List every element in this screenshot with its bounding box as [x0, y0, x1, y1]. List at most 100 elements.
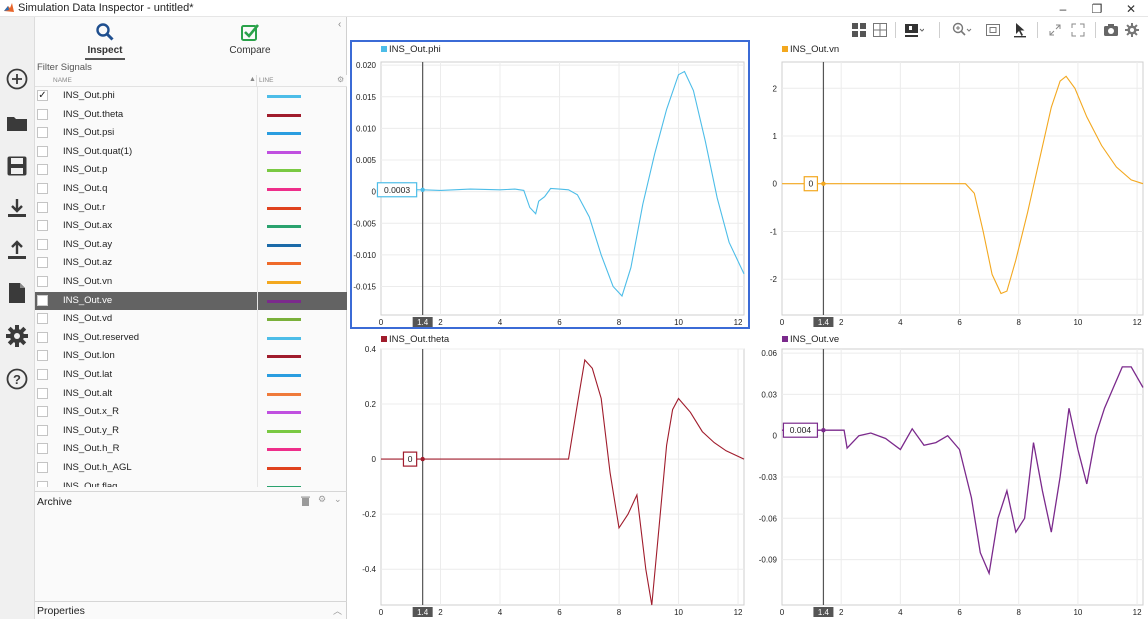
collapse-panel-icon[interactable]: ‹ — [338, 19, 341, 30]
line-color-swatch[interactable] — [267, 318, 301, 322]
export-icon[interactable] — [5, 238, 29, 262]
trash-icon[interactable] — [301, 496, 310, 506]
signal-checkbox[interactable] — [37, 127, 48, 139]
line-color-swatch[interactable] — [267, 150, 301, 154]
plot-ins-out-theta[interactable]: INS_Out.theta 0 2 4 6 8 10 12 0.4 0.2 0 -0.2 -0.4 1.4… — [351, 331, 749, 619]
signal-row[interactable]: INS_Out.reserved — [35, 328, 347, 348]
archive-section[interactable]: Archive ⚙ ⌄ — [35, 491, 347, 509]
signal-checkbox[interactable] — [37, 313, 48, 325]
snapshot-camera-icon[interactable] — [1103, 22, 1119, 38]
line-color-swatch[interactable] — [267, 225, 301, 229]
filter-signals-input[interactable]: Filter Signals — [35, 62, 347, 74]
minimize-button[interactable]: – — [1046, 0, 1080, 17]
sort-arrow-icon[interactable]: ▲ — [249, 76, 256, 83]
plot-ins-out-ve[interactable]: INS_Out.ve 0 2 4 6 8 10 12 0.06 0.03 0 -0.03 -0.06 -0… — [752, 331, 1148, 619]
signal-row[interactable]: INS_Out.psi — [35, 124, 347, 143]
signal-row[interactable]: INS_Out.ax — [35, 217, 347, 236]
fit-to-view-icon[interactable] — [985, 22, 1001, 38]
signal-row[interactable]: INS_Out.r — [35, 198, 347, 218]
settings-gear-icon[interactable] — [1124, 22, 1140, 38]
line-color-swatch[interactable] — [267, 169, 301, 173]
line-color-swatch[interactable] — [267, 392, 301, 396]
report-icon[interactable] — [5, 281, 29, 305]
signal-checkbox[interactable] — [37, 406, 48, 418]
new-session-icon[interactable] — [5, 67, 29, 91]
signal-row[interactable]: INS_Out.lon — [35, 347, 347, 366]
signal-row[interactable]: INS_Out.x_R — [35, 403, 347, 422]
signal-checkbox[interactable] — [37, 201, 48, 213]
signal-checkbox[interactable] — [37, 350, 48, 362]
signal-checkbox[interactable] — [37, 276, 48, 287]
signal-checkbox[interactable] — [37, 238, 48, 250]
plot-ins-out-vn[interactable]: INS_Out.vn 0 2 4 6 8 10 12 2 1 0 -1 -2 1.4 0 — [752, 41, 1148, 328]
line-color-swatch[interactable] — [267, 188, 301, 191]
signal-checkbox[interactable] — [37, 480, 48, 487]
line-color-swatch[interactable] — [267, 132, 301, 136]
preferences-icon[interactable] — [5, 324, 29, 348]
signal-row[interactable]: INS_Out.ay — [35, 235, 347, 255]
close-button[interactable]: ✕ — [1114, 0, 1148, 17]
layout-grid-icon[interactable] — [851, 22, 867, 38]
signal-checkbox[interactable] — [37, 257, 48, 269]
signal-checkbox[interactable] — [37, 331, 48, 343]
signal-row[interactable]: INS_Out.az — [35, 254, 347, 273]
signal-checkbox[interactable] — [37, 220, 48, 232]
signal-checkbox[interactable] — [37, 108, 48, 120]
expand-plot-icon[interactable] — [1047, 22, 1063, 38]
line-color-swatch[interactable] — [267, 355, 301, 359]
line-color-swatch[interactable] — [267, 374, 301, 377]
plot-canvas[interactable]: 0 2 4 6 8 10 12 0.06 0.03 0 -0.03 -0.06 -0.09 1.4 0.00… — [752, 331, 1148, 619]
signal-row[interactable]: INS_Out.vn — [35, 273, 347, 292]
signal-checkbox[interactable] — [37, 183, 48, 194]
signal-row[interactable]: INS_Out.p — [35, 161, 347, 180]
line-color-swatch[interactable] — [267, 448, 301, 452]
tab-compare[interactable]: Compare — [180, 17, 320, 61]
signal-row[interactable]: INS_Out.h_R — [35, 440, 347, 459]
signal-checkbox[interactable] — [37, 462, 48, 473]
signal-checkbox[interactable] — [37, 424, 48, 436]
visualization-gallery-icon[interactable] — [904, 22, 924, 38]
signal-checkbox[interactable] — [37, 164, 48, 176]
signal-checkbox[interactable] — [37, 443, 48, 455]
line-color-swatch[interactable] — [267, 281, 301, 284]
plot-ins-out-phi[interactable]: INS_Out.phi 0 2 4 6 8 10 12 0.020 0.015 0.010 0.005… — [350, 40, 750, 329]
signal-row[interactable]: INS_Out.quat(1) — [35, 142, 347, 162]
signal-row[interactable]: INS_Out.vd — [35, 310, 347, 329]
signal-checkbox[interactable] — [37, 294, 48, 306]
signal-row[interactable]: INS_Out.flag — [35, 477, 347, 487]
signal-checkbox[interactable] — [37, 145, 48, 157]
line-color-swatch[interactable] — [267, 262, 301, 266]
properties-section[interactable]: Properties ︿ — [35, 601, 347, 619]
signal-row[interactable]: ✓ INS_Out.phi — [35, 87, 347, 106]
signal-row[interactable]: INS_Out.lat — [35, 366, 347, 385]
archive-settings-icon[interactable]: ⚙ — [318, 494, 326, 505]
line-color-swatch[interactable] — [267, 113, 301, 117]
column-settings-icon[interactable]: ⚙ — [337, 75, 344, 84]
help-icon[interactable]: ? — [5, 367, 29, 391]
tab-inspect[interactable]: Inspect — [35, 17, 175, 61]
signal-row[interactable]: INS_Out.y_R — [35, 421, 347, 441]
import-icon[interactable] — [5, 196, 29, 220]
line-color-swatch[interactable] — [267, 411, 301, 415]
restore-button[interactable]: ❐ — [1080, 0, 1114, 17]
signal-checkbox[interactable]: ✓ — [37, 90, 48, 101]
zoom-icon[interactable] — [952, 22, 972, 38]
plot-canvas[interactable]: 0 2 4 6 8 10 12 0.4 0.2 0 -0.2 -0.4 1.4 0 — [351, 331, 749, 619]
signal-row[interactable]: INS_Out.alt — [35, 384, 347, 404]
signal-row[interactable]: INS_Out.h_AGL — [35, 459, 347, 478]
line-color-swatch[interactable] — [267, 95, 301, 98]
line-color-swatch[interactable] — [267, 206, 301, 210]
column-name-header[interactable]: NAME — [53, 77, 72, 84]
column-line-header[interactable]: LINE — [259, 77, 273, 84]
properties-expand-icon[interactable]: ︿ — [333, 604, 342, 617]
subplot-layout-icon[interactable] — [872, 22, 888, 38]
save-icon[interactable] — [5, 154, 29, 178]
line-color-swatch[interactable] — [267, 299, 301, 303]
plot-canvas[interactable]: 0 2 4 6 8 10 12210-1-21.40 — [752, 41, 1148, 328]
cursor-select-icon[interactable] — [1012, 22, 1028, 38]
line-color-swatch[interactable] — [267, 485, 301, 487]
line-color-swatch[interactable] — [267, 243, 301, 247]
line-color-swatch[interactable] — [267, 336, 301, 340]
fullscreen-icon[interactable] — [1070, 22, 1086, 38]
signal-row[interactable]: INS_Out.theta — [35, 105, 347, 125]
